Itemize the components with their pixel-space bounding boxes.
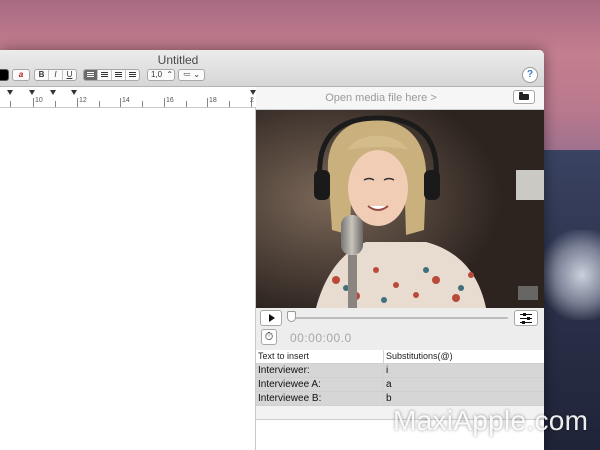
ruler-label: 10	[35, 97, 43, 104]
align-right-icon	[115, 72, 122, 73]
ruler-tick	[10, 101, 11, 107]
app-window: Untitled a B I U 1,0 ⌃ ≔ ⌄ ? 10 12 14 16…	[0, 50, 544, 450]
open-media-link[interactable]: Open media file here >	[256, 92, 506, 104]
table-row[interactable]: Interviewee A: a	[256, 378, 544, 392]
chevron-down-icon: ⌄	[193, 70, 200, 79]
tab-stop-marker[interactable]	[29, 90, 35, 95]
seek-handle[interactable]	[287, 311, 296, 322]
row-substitution[interactable]: a	[384, 378, 544, 391]
sliders-icon	[520, 314, 532, 315]
seek-track[interactable]	[290, 317, 508, 319]
align-right-button[interactable]	[112, 70, 126, 80]
list-style-popup[interactable]: ≔ ⌄	[178, 69, 205, 81]
text-editor[interactable]	[0, 108, 256, 450]
row-substitution[interactable]: i	[384, 364, 544, 377]
row-text[interactable]: Interviewee B:	[256, 392, 384, 405]
slider-dot	[527, 317, 530, 320]
help-button[interactable]: ?	[522, 67, 538, 83]
text-color-swatch[interactable]	[0, 69, 9, 81]
tab-stop-marker[interactable]	[71, 90, 77, 95]
table-header: Text to insert Substitutions(@)	[256, 350, 544, 364]
line-spacing-value: 1,0	[151, 70, 163, 79]
ruler-label: 2	[250, 97, 254, 104]
ruler-label: 18	[209, 97, 217, 104]
open-folder-button[interactable]	[513, 90, 535, 104]
ruler-tick	[142, 101, 143, 107]
ruler-tick	[99, 101, 100, 107]
text-style-segment: B I U	[34, 69, 77, 81]
ruler-tick	[33, 98, 34, 107]
play-button[interactable]	[260, 310, 282, 326]
ruler-label: 14	[122, 97, 130, 104]
table-row[interactable]: Interviewee B: b	[256, 392, 544, 406]
media-header: Open media file here >	[256, 87, 544, 110]
play-icon	[269, 314, 275, 322]
time-display: 00:00:00.0	[290, 331, 352, 345]
ruler: 10 12 14 16 18 2	[0, 87, 256, 108]
window-title: Untitled	[157, 53, 199, 67]
slider-dot	[523, 313, 526, 316]
align-center-button[interactable]	[98, 70, 112, 80]
table-row[interactable]: Interviewer: i	[256, 364, 544, 378]
slider-dot	[522, 321, 525, 324]
row-text[interactable]: Interviewer:	[256, 364, 384, 377]
strike-color-label: a	[18, 70, 24, 79]
ruler-label: 12	[79, 97, 87, 104]
ruler-tick	[55, 101, 56, 107]
align-justify-button[interactable]	[126, 70, 139, 80]
align-left-button[interactable]	[84, 70, 98, 80]
row-substitution[interactable]: b	[384, 392, 544, 405]
ruler-tick	[164, 98, 165, 107]
ruler-tick	[186, 101, 187, 107]
italic-button[interactable]: I	[49, 70, 63, 80]
alignment-segment	[83, 69, 140, 81]
folder-icon	[519, 92, 529, 100]
desktop-cloud	[540, 230, 600, 320]
line-spacing-stepper[interactable]: 1,0 ⌃	[147, 69, 175, 81]
bold-button[interactable]: B	[35, 70, 49, 80]
ruler-tick	[120, 98, 121, 107]
ruler-label: 16	[166, 97, 174, 104]
column-header-substitution[interactable]: Substitutions(@)	[384, 350, 544, 363]
tab-stop-marker[interactable]	[7, 90, 13, 95]
tab-stop-marker[interactable]	[50, 90, 56, 95]
column-header-text[interactable]: Text to insert	[256, 350, 384, 363]
sliders-icon	[520, 318, 532, 319]
align-center-icon	[101, 72, 108, 73]
title-bar: Untitled a B I U 1,0 ⌃ ≔ ⌄ ?	[0, 50, 544, 87]
playback-controls: ⏱ 00:00:00.0	[256, 308, 544, 350]
align-justify-icon	[129, 72, 136, 73]
adjust-settings-button[interactable]	[514, 310, 538, 326]
ruler-tick	[77, 98, 78, 107]
background-color-swatch[interactable]: a	[12, 69, 30, 81]
video-player[interactable]	[256, 110, 544, 308]
stopwatch-icon[interactable]: ⏱	[261, 329, 277, 345]
format-toolbar: a B I U 1,0 ⌃ ≔ ⌄ ?	[0, 67, 544, 84]
list-icon: ≔	[183, 70, 192, 79]
ruler-tick	[229, 101, 230, 107]
align-left-icon	[87, 72, 94, 73]
video-frame	[256, 110, 544, 308]
row-text[interactable]: Interviewee A:	[256, 378, 384, 391]
underline-button[interactable]: U	[63, 70, 76, 80]
watermark-text: MaxiApple.com	[393, 405, 589, 436]
ruler-tick	[207, 98, 208, 107]
stepper-arrows-icon: ⌃	[166, 70, 174, 79]
